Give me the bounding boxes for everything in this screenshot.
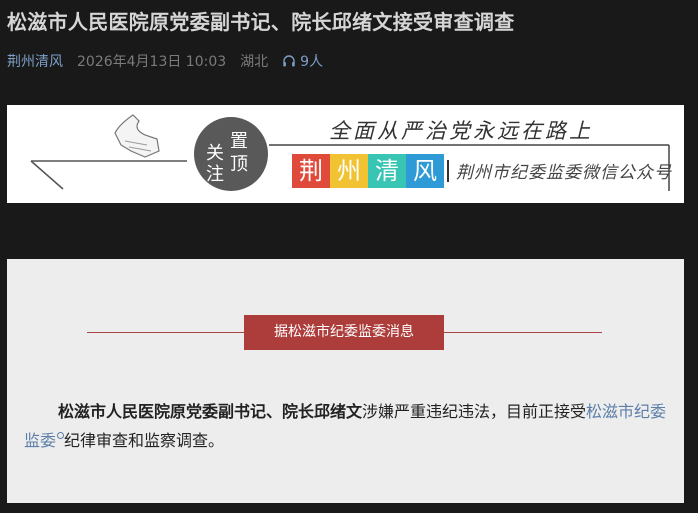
article-title: 松滋市人民医院原党委副书记、院长邱绪文接受审查调查 [7, 10, 515, 34]
brand-char: 荆 [292, 154, 330, 188]
brand-char: 州 [330, 154, 368, 188]
pin-char: 顶 [230, 154, 248, 175]
pin-follow-badge[interactable]: 关 注 置 顶 [194, 117, 268, 191]
banner-subtitle: 荆州市纪委监委微信公众号 [456, 163, 672, 183]
divider-line [87, 332, 244, 333]
brand-char: 清 [368, 154, 406, 188]
subject-name: 松滋市人民医院原党委副书记、院长邱绪文 [58, 402, 363, 421]
listen-count-value: 9人 [300, 54, 324, 70]
divider-line [444, 332, 602, 333]
listen-count[interactable]: 9人 [282, 51, 323, 71]
pin-char: 置 [230, 131, 248, 152]
brand-separator [447, 160, 449, 182]
pin-char: 注 [206, 164, 224, 185]
follow-banner[interactable]: 关 注 置 顶 全面从严治党永远在路上 荆 州 清 风 荆州市纪委监委微信公众号 [7, 105, 684, 203]
link-marker-icon [57, 432, 65, 439]
brand-char: 风 [406, 154, 444, 188]
publish-date: 2026年4月13日 10:03 [77, 54, 227, 70]
paragraph-text: 纪律审查和监察调查。 [64, 431, 225, 450]
publish-region: 湖北 [240, 54, 269, 70]
source-label: 据松滋市纪委监委消息 [244, 315, 444, 350]
account-name-link[interactable]: 荆州清风 [7, 51, 63, 71]
pin-char: 关 [206, 143, 224, 164]
article-meta: 荆州清风 2026年4月13日 10:03 湖北 9人 [7, 51, 323, 71]
brand-logo: 荆 州 清 风 [292, 154, 444, 188]
banner-slogan: 全面从严治党永远在路上 [329, 119, 593, 143]
paragraph-text: 涉嫌严重违纪违法，目前正接受 [362, 402, 587, 421]
headphones-icon [283, 55, 295, 67]
article-paragraph: 松滋市人民医院原党委副书记、院长邱绪文涉嫌严重违纪违法，目前正接受松滋市纪委监委… [24, 397, 674, 455]
article-content: 据松滋市纪委监委消息 松滋市人民医院原党委副书记、院长邱绪文涉嫌严重违纪违法，目… [7, 259, 684, 503]
